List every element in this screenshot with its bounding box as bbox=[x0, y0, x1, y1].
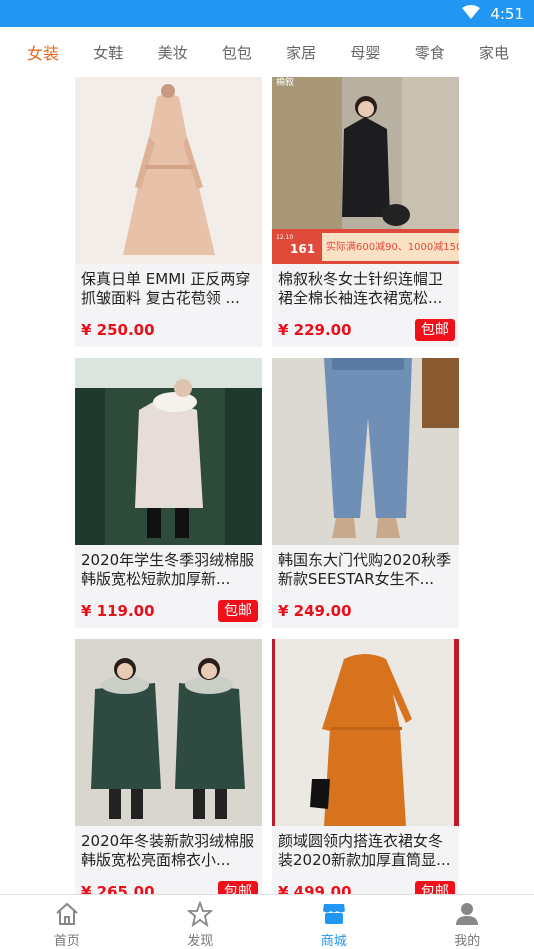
nav-store[interactable]: 商城 bbox=[267, 895, 401, 949]
tab-nvzhuang[interactable]: 女装 bbox=[27, 40, 59, 64]
tab-meizhuang[interactable]: 美妆 bbox=[158, 42, 188, 63]
product-title: 韩国东大门代购2020秋季新款SEESTAR女生不... bbox=[278, 551, 452, 588]
product-image bbox=[272, 358, 459, 545]
status-bar: 4:51 bbox=[0, 0, 534, 27]
product-card[interactable]: 韩国东大门代购2020秋季新款SEESTAR女生不... ¥ 249.00 bbox=[272, 358, 459, 628]
tab-jiadian[interactable]: 家电 bbox=[479, 42, 509, 63]
user-icon bbox=[456, 903, 479, 925]
product-title: 保真日单 EMMI 正反两穿抓皱面料 复古花苞领 ... bbox=[81, 270, 251, 307]
product-card[interactable]: 2020年冬装新款羽绒棉服韩版宽松亮面棉衣小... ¥ 265.00 包邮 bbox=[75, 639, 262, 894]
product-title: 2020年冬装新款羽绒棉服韩版宽松亮面棉衣小... bbox=[81, 832, 255, 869]
promo-date-text: 12.10 bbox=[276, 234, 293, 241]
free-shipping-badge: 包邮 bbox=[415, 881, 455, 894]
promo-price-text: 161 bbox=[290, 242, 315, 256]
nav-home[interactable]: 首页 bbox=[0, 895, 134, 949]
product-image: 棉叙 12.10 161 实际满600减90、1000减150 bbox=[272, 77, 459, 264]
product-title: 棉叙秋冬女士针织连帽卫裙全棉长袖连衣裙宽松... bbox=[278, 270, 444, 307]
product-price: ¥ 499.00 bbox=[278, 883, 352, 894]
free-shipping-badge: 包邮 bbox=[218, 600, 258, 622]
tab-lingshi[interactable]: 零食 bbox=[415, 42, 445, 63]
product-price: ¥ 119.00 bbox=[81, 602, 155, 620]
product-price: ¥ 229.00 bbox=[278, 321, 352, 339]
product-price: ¥ 265.00 bbox=[81, 883, 155, 894]
nav-label: 发现 bbox=[187, 934, 214, 949]
home-icon bbox=[56, 902, 78, 925]
tab-jiaju[interactable]: 家居 bbox=[286, 42, 316, 63]
product-card[interactable]: 颜域圆领内搭连衣裙女冬装2020新款加厚直筒显... ¥ 499.00 包邮 bbox=[272, 639, 459, 894]
product-grid: 保真日单 EMMI 正反两穿抓皱面料 复古花苞领 ... ¥ 250.00 棉叙… bbox=[75, 77, 459, 894]
promo-text: 实际满600减90、1000减150 bbox=[326, 240, 459, 253]
product-title: 颜域圆领内搭连衣裙女冬装2020新款加厚直筒显... bbox=[278, 832, 451, 869]
tab-nvxie[interactable]: 女鞋 bbox=[93, 42, 123, 63]
free-shipping-badge: 包邮 bbox=[218, 881, 258, 894]
bottom-nav: 首页 发现 商城 我的 bbox=[0, 894, 534, 949]
tab-muying[interactable]: 母婴 bbox=[350, 42, 380, 63]
nav-label: 我的 bbox=[454, 934, 481, 949]
wifi-icon bbox=[462, 4, 481, 23]
product-image bbox=[75, 358, 262, 545]
product-card[interactable]: 2020年学生冬季羽绒棉服韩版宽松短款加厚新... ¥ 119.00 包邮 bbox=[75, 358, 262, 628]
nav-discover[interactable]: 发现 bbox=[134, 895, 268, 949]
product-price: ¥ 249.00 bbox=[278, 602, 352, 620]
brand-logo-text: 棉叙 bbox=[276, 77, 294, 88]
store-icon bbox=[322, 904, 345, 924]
free-shipping-badge: 包邮 bbox=[415, 319, 455, 341]
product-image bbox=[272, 639, 459, 826]
product-image bbox=[75, 77, 262, 264]
status-time: 4:51 bbox=[490, 4, 524, 23]
tab-baobao[interactable]: 包包 bbox=[222, 42, 252, 63]
nav-mine[interactable]: 我的 bbox=[401, 895, 534, 949]
star-icon bbox=[187, 901, 214, 927]
product-price: ¥ 250.00 bbox=[81, 321, 155, 339]
category-tabs: 女装 女鞋 美妆 包包 家居 母婴 零食 家电 bbox=[0, 27, 534, 77]
product-image bbox=[75, 639, 262, 826]
product-card[interactable]: 保真日单 EMMI 正反两穿抓皱面料 复古花苞领 ... ¥ 250.00 bbox=[75, 77, 262, 347]
product-card[interactable]: 棉叙 12.10 161 实际满600减90、1000减150 棉叙秋冬女士针织… bbox=[272, 77, 459, 347]
nav-label: 首页 bbox=[53, 934, 80, 949]
product-title: 2020年学生冬季羽绒棉服韩版宽松短款加厚新... bbox=[81, 551, 255, 588]
nav-label: 商城 bbox=[320, 934, 347, 949]
